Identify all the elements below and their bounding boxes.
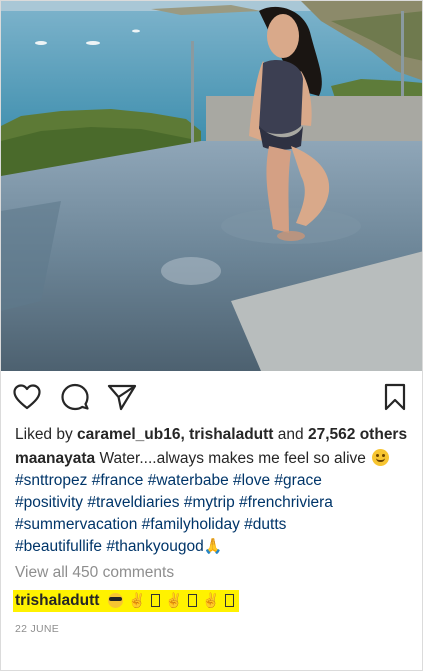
hashtag[interactable]: #thankyougod — [106, 538, 203, 555]
likes-summary: Liked by caramel_ub16, trishaladutt and … — [15, 424, 413, 446]
comment-username[interactable]: trishaladutt — [13, 592, 99, 609]
hashtag[interactable]: #waterbabe — [148, 472, 229, 489]
share-button[interactable] — [106, 379, 138, 415]
missing-glyph-icon — [224, 594, 234, 608]
victory-hand-emoji-icon: ✌ — [165, 592, 183, 609]
liker-link[interactable]: caramel_ub16, — [77, 426, 185, 443]
paper-plane-icon — [107, 384, 137, 411]
post-date: 22 JUNE — [15, 623, 60, 636]
hashtag[interactable]: #beautifullife — [15, 538, 102, 555]
instagram-post: Liked by caramel_ub16, trishaladutt and … — [0, 0, 423, 671]
likes-others[interactable]: others — [360, 426, 407, 443]
hashtag[interactable]: #summervacation — [15, 516, 137, 533]
heart-outline-icon — [13, 384, 41, 410]
hashtag[interactable]: #snttropez — [15, 472, 87, 489]
missing-glyph-icon — [150, 594, 160, 608]
liker-link[interactable]: trishaladutt — [189, 426, 273, 443]
folded-hands-emoji-icon: 🙏 — [203, 538, 223, 555]
hashtag[interactable]: #grace — [274, 472, 321, 489]
likes-count[interactable]: 27,562 — [308, 426, 355, 443]
caption: maanayata Water....always makes me feel … — [15, 448, 413, 558]
smiling-face-emoji-icon — [372, 449, 390, 466]
post-details: Liked by caramel_ub16, trishaladutt and … — [13, 424, 413, 640]
sunglasses-emoji-icon — [107, 593, 123, 609]
caption-text: Water....always makes me feel so alive — [99, 450, 366, 467]
save-button[interactable] — [379, 379, 411, 415]
speech-bubble-icon — [61, 383, 89, 411]
likes-and: and — [277, 426, 304, 443]
hashtag[interactable]: #positivity — [15, 494, 83, 511]
bookmark-icon — [384, 383, 406, 411]
likes-prefix: Liked by — [15, 426, 73, 443]
hashtag[interactable]: #love — [233, 472, 270, 489]
hashtag[interactable]: #frenchriviera — [239, 494, 333, 511]
caption-username[interactable]: maanayata — [15, 450, 95, 467]
missing-glyph-icon — [187, 594, 197, 608]
hashtag[interactable]: #traveldiaries — [87, 494, 179, 511]
comment-row: trishaladutt ✌ ✌ ✌ — [13, 590, 239, 613]
hashtag[interactable]: #familyholiday — [142, 516, 240, 533]
view-all-comments-link[interactable]: View all 450 comments — [15, 562, 413, 584]
photo-image — [1, 1, 422, 371]
post-photo[interactable] — [1, 1, 422, 371]
hashtag[interactable]: #mytrip — [184, 494, 235, 511]
comment-emojis: ✌ ✌ ✌ — [107, 590, 235, 612]
hashtag[interactable]: #france — [92, 472, 144, 489]
like-button[interactable] — [11, 379, 43, 415]
victory-hand-emoji-icon: ✌ — [202, 592, 220, 609]
action-bar — [1, 379, 422, 419]
victory-hand-emoji-icon: ✌ — [128, 592, 146, 609]
comment-button[interactable] — [59, 379, 91, 415]
hashtag[interactable]: #dutts — [244, 516, 286, 533]
